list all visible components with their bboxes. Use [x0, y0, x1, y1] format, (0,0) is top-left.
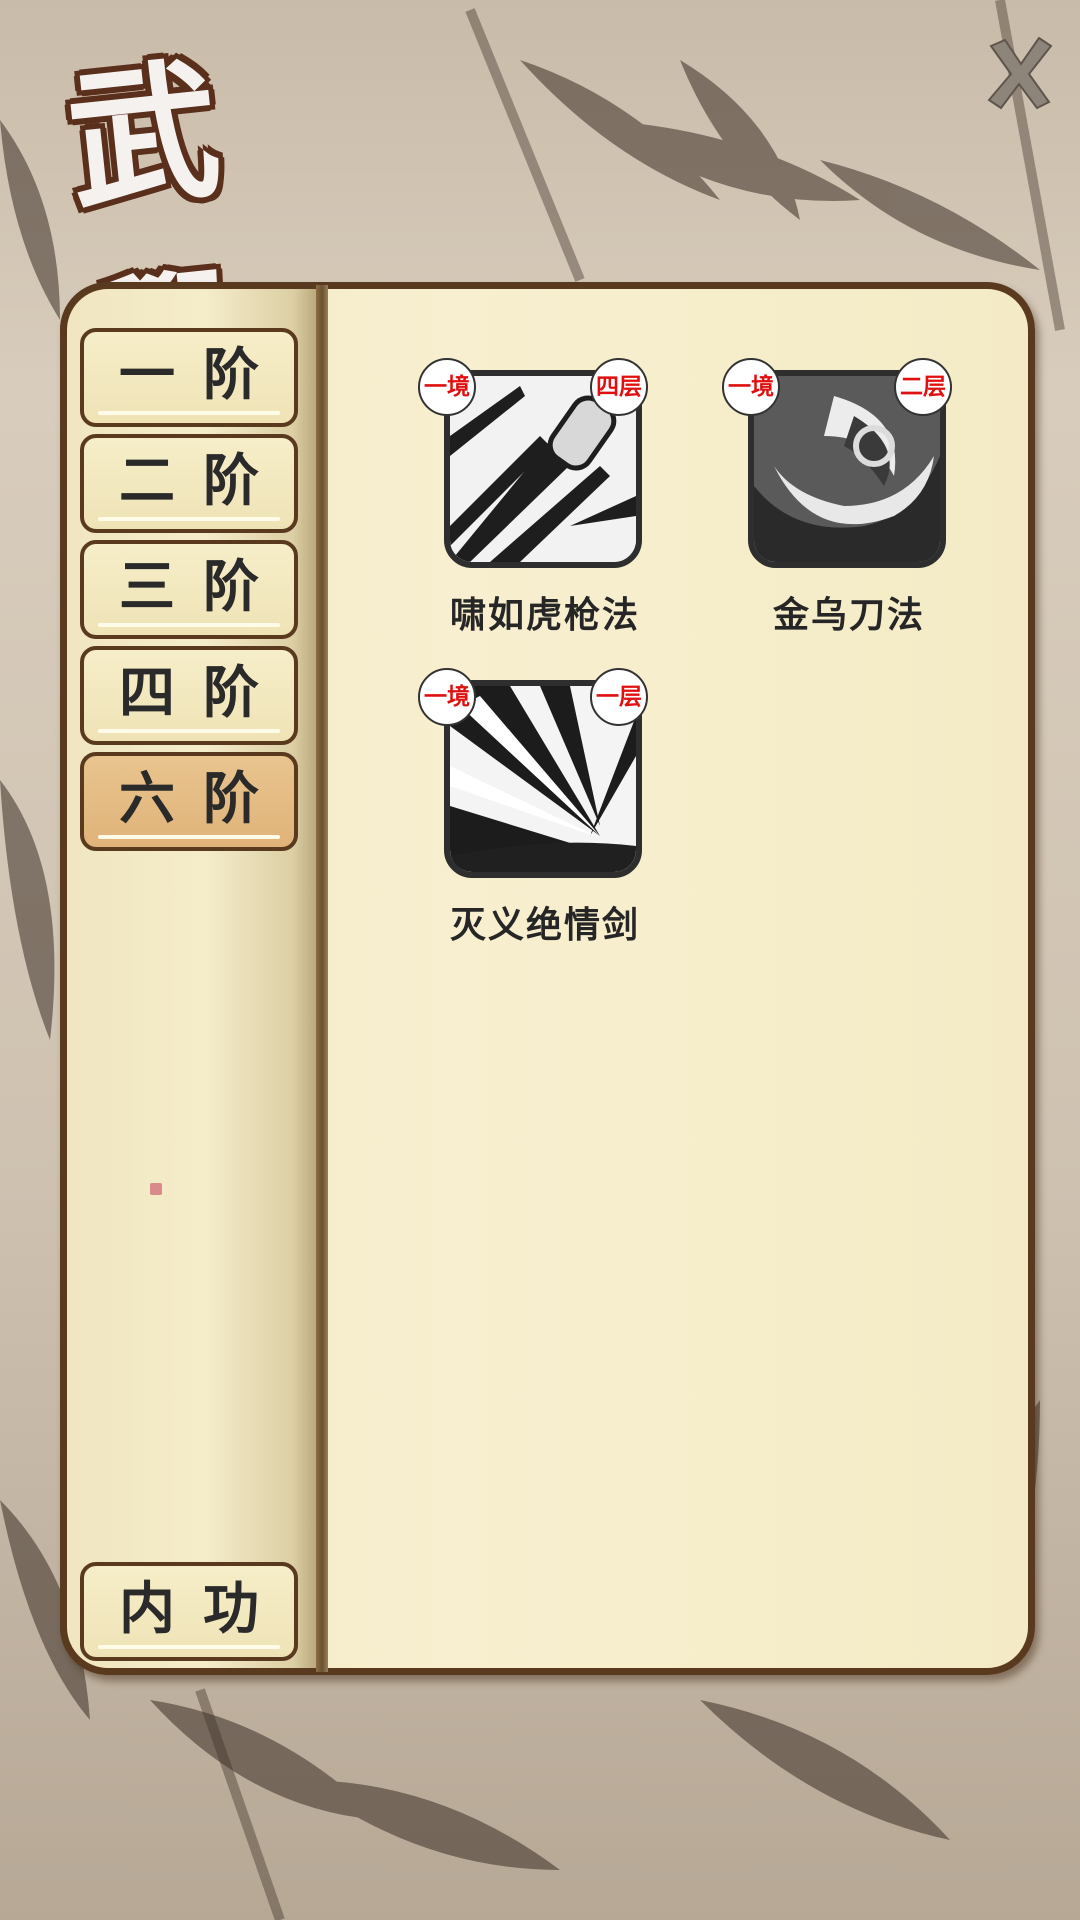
- realm-badge: 一境: [722, 358, 780, 416]
- decorative-dot: [150, 1183, 162, 1195]
- tab-underline: [98, 517, 280, 521]
- tab-tier-2[interactable]: 二阶: [80, 434, 298, 533]
- tab-tier-3[interactable]: 三阶: [80, 540, 298, 639]
- tab-tier-1[interactable]: 一阶: [80, 328, 298, 427]
- tab-underline: [98, 835, 280, 839]
- page-title: 武學: [59, 40, 256, 441]
- skill-item[interactable]: 一境 一层 灭义绝情剑: [418, 668, 648, 946]
- book-spine: [316, 285, 328, 1672]
- tab-label: 六阶: [119, 767, 287, 832]
- close-button[interactable]: [985, 36, 1055, 110]
- realm-badge: 一境: [418, 668, 476, 726]
- tab-underline: [98, 729, 280, 733]
- tab-label: 内功: [119, 1577, 287, 1642]
- close-icon: [987, 36, 1053, 110]
- tab-underline: [98, 1645, 280, 1649]
- tab-underline: [98, 411, 280, 415]
- skill-name: 灭义绝情剑: [449, 905, 640, 946]
- level-badge: 一层: [590, 668, 648, 726]
- tab-tier-4[interactable]: 四阶: [80, 646, 298, 745]
- tab-label: 一阶: [119, 343, 287, 408]
- tab-label: 四阶: [119, 661, 287, 726]
- level-badge: 二层: [894, 358, 952, 416]
- skill-item[interactable]: 一境 二层 金乌刀法: [722, 358, 952, 636]
- skill-name: 金乌刀法: [772, 595, 925, 636]
- skill-name: 啸如虎枪法: [449, 595, 640, 636]
- tab-label: 二阶: [119, 449, 287, 514]
- level-badge: 四层: [590, 358, 648, 416]
- tab-tier-6[interactable]: 六阶: [80, 752, 298, 851]
- realm-badge: 一境: [418, 358, 476, 416]
- skill-item[interactable]: 一境 四层 啸如虎枪法: [418, 358, 648, 636]
- tab-label: 三阶: [119, 555, 287, 620]
- tab-neigong[interactable]: 内功: [80, 1562, 298, 1661]
- tab-underline: [98, 623, 280, 627]
